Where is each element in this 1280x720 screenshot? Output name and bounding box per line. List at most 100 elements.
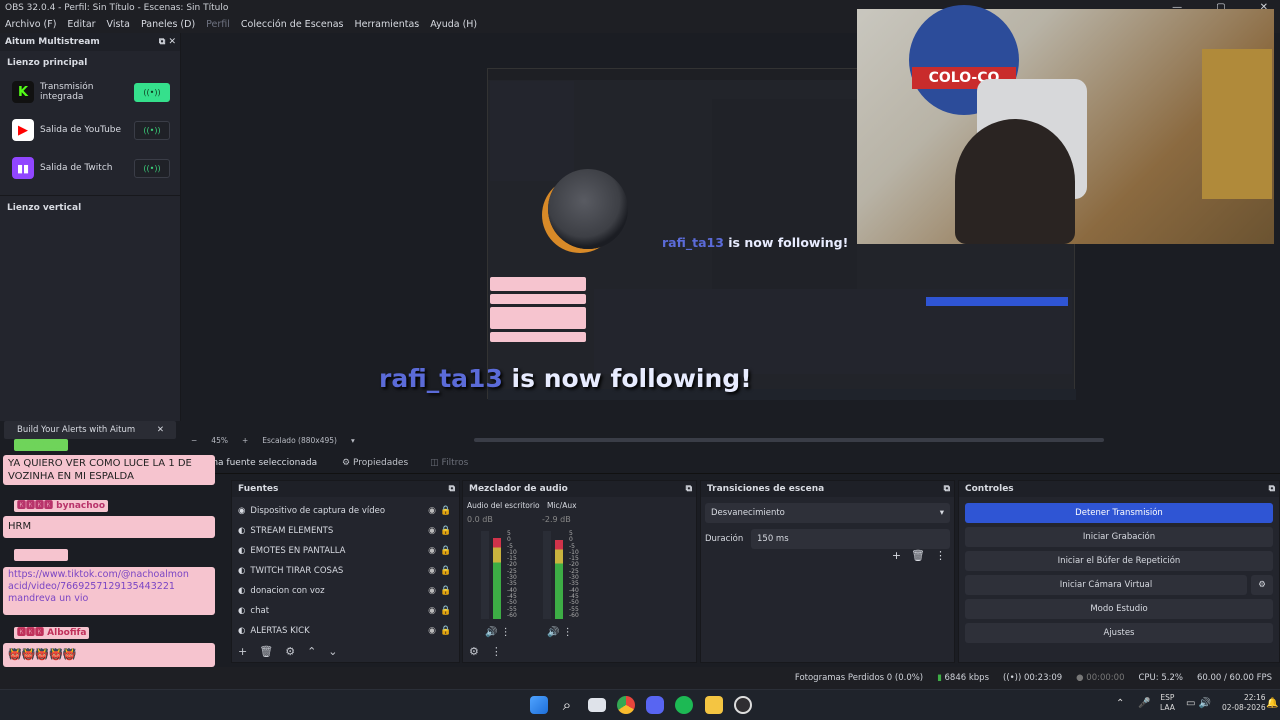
- language-indicator[interactable]: ESP LAA: [1160, 693, 1175, 713]
- visibility-icon[interactable]: ◉: [425, 566, 439, 576]
- spinning-disc-graphic: [548, 169, 628, 249]
- add-transition-icon[interactable]: +: [892, 549, 901, 562]
- browser-icon: ◐: [238, 566, 246, 576]
- audio-mixer-panel: Mezclador de audio ⧉ Audio del escritorio…: [462, 480, 697, 663]
- transitions-panel: Transiciones de escena ⧉ Desvanecimiento ▾…: [700, 480, 955, 663]
- advanced-audio-icon[interactable]: ⚙: [469, 645, 479, 658]
- channel-name: Audio del escritorio: [467, 501, 540, 510]
- remove-source-icon[interactable]: 🗑: [259, 645, 273, 658]
- volume-fader-track[interactable]: [543, 531, 551, 619]
- windows-start-icon[interactable]: [530, 696, 548, 714]
- visibility-icon[interactable]: ◉: [425, 526, 439, 536]
- studio-mode-button[interactable]: Modo Estudio: [965, 599, 1273, 619]
- stop-streaming-button[interactable]: Detener Transmisión: [965, 503, 1273, 523]
- mixer-menu-icon[interactable]: ⋮: [491, 645, 502, 658]
- network-icon[interactable]: ▭ 🔊: [1186, 698, 1211, 709]
- preview-scrollbar[interactable]: [474, 438, 1104, 442]
- start-replay-buffer-button[interactable]: Iniciar el Búfer de Repetición: [965, 551, 1273, 571]
- source-row[interactable]: ◐ chat ◉ 🔒: [232, 601, 459, 621]
- stream-toggle-youtube[interactable]: ((•)): [134, 120, 170, 140]
- output-label: Salida de Twitch: [40, 163, 113, 173]
- menu-help[interactable]: Ayuda (H): [430, 16, 477, 33]
- add-source-icon[interactable]: +: [238, 645, 247, 658]
- lock-icon[interactable]: 🔒: [439, 506, 453, 516]
- properties-button[interactable]: ⚙ Propiedades: [336, 452, 414, 474]
- source-row[interactable]: ◐ donacion con voz ◉ 🔒: [232, 581, 459, 601]
- file-explorer-icon[interactable]: [705, 696, 723, 714]
- lock-icon[interactable]: 🔒: [439, 606, 453, 616]
- obs-icon[interactable]: [734, 696, 752, 714]
- output-label: Transmisión integrada: [40, 82, 94, 102]
- visibility-icon[interactable]: ◉: [425, 546, 439, 556]
- db-tick: -60: [507, 611, 517, 619]
- chevron-down-icon[interactable]: ▾: [351, 433, 355, 449]
- source-row[interactable]: ◐ EMOTES EN PANTALLA ◉ 🔒: [232, 541, 459, 561]
- source-row[interactable]: ◉ Dispositivo de captura de vídeo ◉ 🔒: [232, 501, 459, 521]
- taskbar: ⌕ ⌃ 🎤 ESP LAA ▭ 🔊 22:16 02-08-2026 🔔: [0, 689, 1280, 720]
- spotify-icon[interactable]: [675, 696, 693, 714]
- zoom-in-button[interactable]: +: [242, 433, 248, 449]
- start-virtual-camera-button[interactable]: Iniciar Cámara Virtual: [965, 575, 1247, 595]
- start-recording-button[interactable]: Iniciar Grabación: [965, 527, 1273, 547]
- tray-chevron-icon[interactable]: ⌃: [1116, 698, 1124, 709]
- lock-icon[interactable]: 🔒: [439, 566, 453, 576]
- scaling-label: Escalado (880x495): [262, 436, 337, 445]
- duration-input[interactable]: 150 ms: [751, 529, 950, 549]
- stream-time: ((•)) 00:23:09: [1003, 673, 1063, 683]
- undock-icon[interactable]: ⧉: [944, 481, 950, 497]
- remove-transition-icon[interactable]: 🗑: [911, 549, 925, 562]
- menu-profile[interactable]: Perfil: [206, 16, 230, 33]
- lock-icon[interactable]: 🔒: [439, 586, 453, 596]
- move-down-icon[interactable]: ⌄: [328, 645, 337, 658]
- stream-toggle-kick[interactable]: ((•)): [134, 82, 170, 102]
- db-scale: 5 0 -5 -10 -15 -20 -25 -30 -35 -40 -45 -50 -55 -60: [569, 530, 579, 619]
- search-icon[interactable]: ⌕: [558, 696, 576, 714]
- visibility-icon[interactable]: ◉: [425, 626, 439, 636]
- menu-edit[interactable]: Editar: [67, 16, 95, 33]
- source-row[interactable]: ◐ TWITCH TIRAR COSAS ◉ 🔒: [232, 561, 459, 581]
- discord-icon[interactable]: [646, 696, 664, 714]
- person: [955, 119, 1075, 244]
- undock-icon[interactable]: ⧉: [686, 481, 692, 497]
- visibility-icon[interactable]: ◉: [425, 506, 439, 516]
- dock-close-icon[interactable]: ✕: [168, 37, 176, 47]
- browser-icon: ◐: [238, 606, 246, 616]
- transition-menu-icon[interactable]: ⋮: [935, 549, 946, 562]
- microphone-icon[interactable]: 🎤: [1138, 698, 1150, 709]
- lock-icon[interactable]: 🔒: [439, 626, 453, 636]
- speaker-icon[interactable]: 🔊 ⋮: [485, 627, 511, 638]
- transition-select[interactable]: Desvanecimiento ▾: [705, 503, 950, 523]
- browser-icon: ◐: [238, 626, 246, 636]
- signal-icon: ▮: [937, 673, 942, 683]
- menu-file[interactable]: Archivo (F): [5, 16, 56, 33]
- virtual-camera-settings-icon[interactable]: ⚙: [1251, 575, 1273, 595]
- rec-time: ● 00:00:00: [1076, 673, 1125, 683]
- lock-icon[interactable]: 🔒: [439, 526, 453, 536]
- source-row[interactable]: ◐ STREAM ELEMENTS ◉ 🔒: [232, 521, 459, 541]
- settings-button[interactable]: Ajustes: [965, 623, 1273, 643]
- chat-message: 👹👹👹👹👹: [3, 643, 215, 667]
- chrome-icon[interactable]: [617, 696, 635, 714]
- move-up-icon[interactable]: ⌃: [307, 645, 316, 658]
- menu-docks[interactable]: Paneles (D): [141, 16, 195, 33]
- notification-icon[interactable]: 🔔: [1266, 698, 1278, 709]
- menu-scene-collection[interactable]: Colección de Escenas: [241, 16, 344, 33]
- source-row[interactable]: ◐ ALERTAS KICK ◉ 🔒: [232, 621, 459, 641]
- undock-icon[interactable]: ⧉: [1269, 481, 1275, 497]
- undock-icon[interactable]: ⧉: [449, 481, 455, 497]
- nested-preview-inner: [712, 99, 857, 289]
- lock-icon[interactable]: 🔒: [439, 546, 453, 556]
- duration-label: Duración: [705, 534, 744, 544]
- task-view-icon[interactable]: [588, 698, 606, 712]
- menu-tools[interactable]: Herramientas: [355, 16, 420, 33]
- source-settings-icon[interactable]: ⚙: [285, 645, 295, 658]
- filters-button[interactable]: ◫ Filtros: [424, 452, 474, 474]
- menu-view[interactable]: Vista: [107, 16, 130, 33]
- clock[interactable]: 22:16 02-08-2026: [1222, 693, 1266, 713]
- stream-toggle-twitch[interactable]: ((•)): [134, 158, 170, 178]
- speaker-icon[interactable]: 🔊 ⋮: [547, 627, 573, 638]
- visibility-icon[interactable]: ◉: [425, 586, 439, 596]
- undock-icon[interactable]: ⧉: [159, 37, 165, 47]
- visibility-icon[interactable]: ◉: [425, 606, 439, 616]
- volume-fader-track[interactable]: [481, 531, 489, 619]
